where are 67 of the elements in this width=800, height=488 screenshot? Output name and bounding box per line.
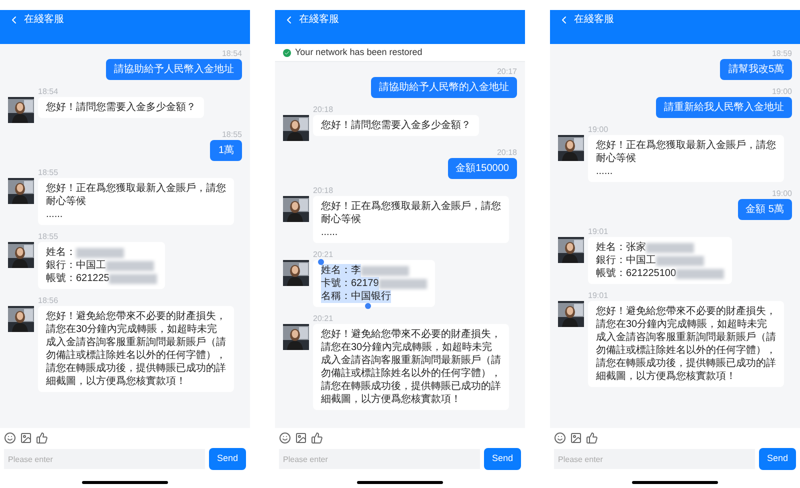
timestamp: 19:00 <box>772 86 792 97</box>
timestamp: 19:01 <box>588 290 608 301</box>
timestamp: 18:56 <box>38 295 58 306</box>
selection-handle[interactable] <box>318 259 324 265</box>
timestamp: 18:55 <box>38 231 58 242</box>
message-text: 姓名：李 <box>321 264 361 277</box>
message-text: 請幫我改5萬 <box>728 63 784 76</box>
timestamp: 18:55 <box>222 129 242 140</box>
timestamp: 20:17 <box>496 66 517 77</box>
message-text: 金額150000 <box>456 162 509 175</box>
message-input[interactable]: Please enter <box>279 449 480 469</box>
message-text: 姓名： <box>46 246 76 259</box>
message-text: 名稱：中国银行 <box>321 290 391 303</box>
header-title: 在綫客服 <box>24 14 64 26</box>
message-text: 帳號：621225 <box>46 272 110 285</box>
image-icon[interactable] <box>295 432 307 444</box>
message-text: 您好！避免給您帶來不必要的財產損失，請您在30分鐘內完成轉賬，如超時未完成入金請咨詢客服重新詢問最新賬戶（請勿備註或標註除姓名以外的任何字體），請您在轉賬成功後，提供轉賬已成功的詳細截圖，以方便爲您核實款項！ <box>596 305 776 383</box>
timestamp: 19:01 <box>588 226 608 237</box>
success-icon <box>283 48 291 56</box>
timestamp: 18:55 <box>38 167 58 178</box>
message-text: 請協助給予人民幣的入金地址 <box>379 81 509 94</box>
image-icon[interactable] <box>570 432 582 444</box>
message-text: ...... <box>321 226 338 239</box>
message-text: ...... <box>596 165 613 178</box>
thumbs-up-icon[interactable] <box>586 432 598 444</box>
header-title: 在綫客服 <box>299 14 339 26</box>
message-input[interactable]: Please enter <box>4 449 205 469</box>
notice-text: Your network has been restored <box>295 46 422 59</box>
message-text: 金額 5萬 <box>746 203 784 216</box>
message-text: 您好！正在爲您獲取最新入金賬戶，請您耐心等候 <box>321 200 501 226</box>
message-text: 銀行：中国工 <box>596 254 656 267</box>
timestamp: 20:18 <box>496 147 517 158</box>
timestamp: 18:54 <box>38 86 58 97</box>
message-text: 您好！正在爲您獲取最新入金賬戶，請您耐心等候 <box>596 139 776 165</box>
timestamp: 20:21 <box>313 313 334 324</box>
timestamp: 19:00 <box>588 124 608 135</box>
message-input[interactable]: Please enter <box>554 449 755 469</box>
send-button[interactable]: Send <box>758 448 796 470</box>
thumbs-up-icon[interactable] <box>311 432 323 444</box>
selection-handle[interactable] <box>365 303 371 309</box>
header-title: 在綫客服 <box>574 14 614 26</box>
image-icon[interactable] <box>20 432 32 444</box>
message-text: 1萬 <box>218 144 234 157</box>
message-text: 卡號：62179 <box>321 277 379 290</box>
timestamp: 19:00 <box>772 188 792 199</box>
send-button[interactable]: Send <box>484 448 521 470</box>
message-text: 您好！請問您需要入金多少金額？ <box>46 101 196 114</box>
emoji-icon[interactable] <box>554 432 566 444</box>
message-text: 請重新給我人民幣入金地址 <box>664 101 784 114</box>
timestamp: 20:18 <box>313 104 334 115</box>
message-text: ...... <box>46 208 63 221</box>
timestamp: 20:18 <box>313 185 334 196</box>
timestamp: 20:21 <box>313 249 334 260</box>
message-text: 銀行：中国工 <box>46 259 106 272</box>
thumbs-up-icon[interactable] <box>36 432 48 444</box>
message-text: 請協助給予人民幣入金地址 <box>114 63 234 76</box>
timestamp: 18:59 <box>772 48 792 59</box>
emoji-icon[interactable] <box>4 432 16 444</box>
message-text: 您好！避免給您帶來不必要的財產損失，請您在30分鐘內完成轉賬，如超時未完成入金請咨詢客服重新詢問最新賬戶（請勿備註或標註除姓名以外的任何字體），請您在轉賬成功後，提供轉賬已成功的詳細截圖，以方便爲您核實款項！ <box>321 328 501 406</box>
emoji-icon[interactable] <box>279 432 291 444</box>
send-button[interactable]: Send <box>208 448 246 470</box>
message-text: 姓名：张家 <box>596 241 646 254</box>
message-text: 您好！請問您需要入金多少金額？ <box>321 119 471 132</box>
message-text: 您好！避免給您帶來不必要的財產損失，請您在30分鐘內完成轉賬，如超時未完成入金請咨詢客服重新詢問最新賬戶（請勿備註或標註除姓名以外的任何字體），請您在轉賬成功後，提供轉賬已成功的詳細截圖，以方便爲您核實款項！ <box>46 310 226 388</box>
message-text: 帳號：621225100 <box>596 267 676 280</box>
timestamp: 18:54 <box>222 48 242 59</box>
message-text: 您好！正在爲您獲取最新入金賬戶，請您耐心等候 <box>46 182 226 208</box>
